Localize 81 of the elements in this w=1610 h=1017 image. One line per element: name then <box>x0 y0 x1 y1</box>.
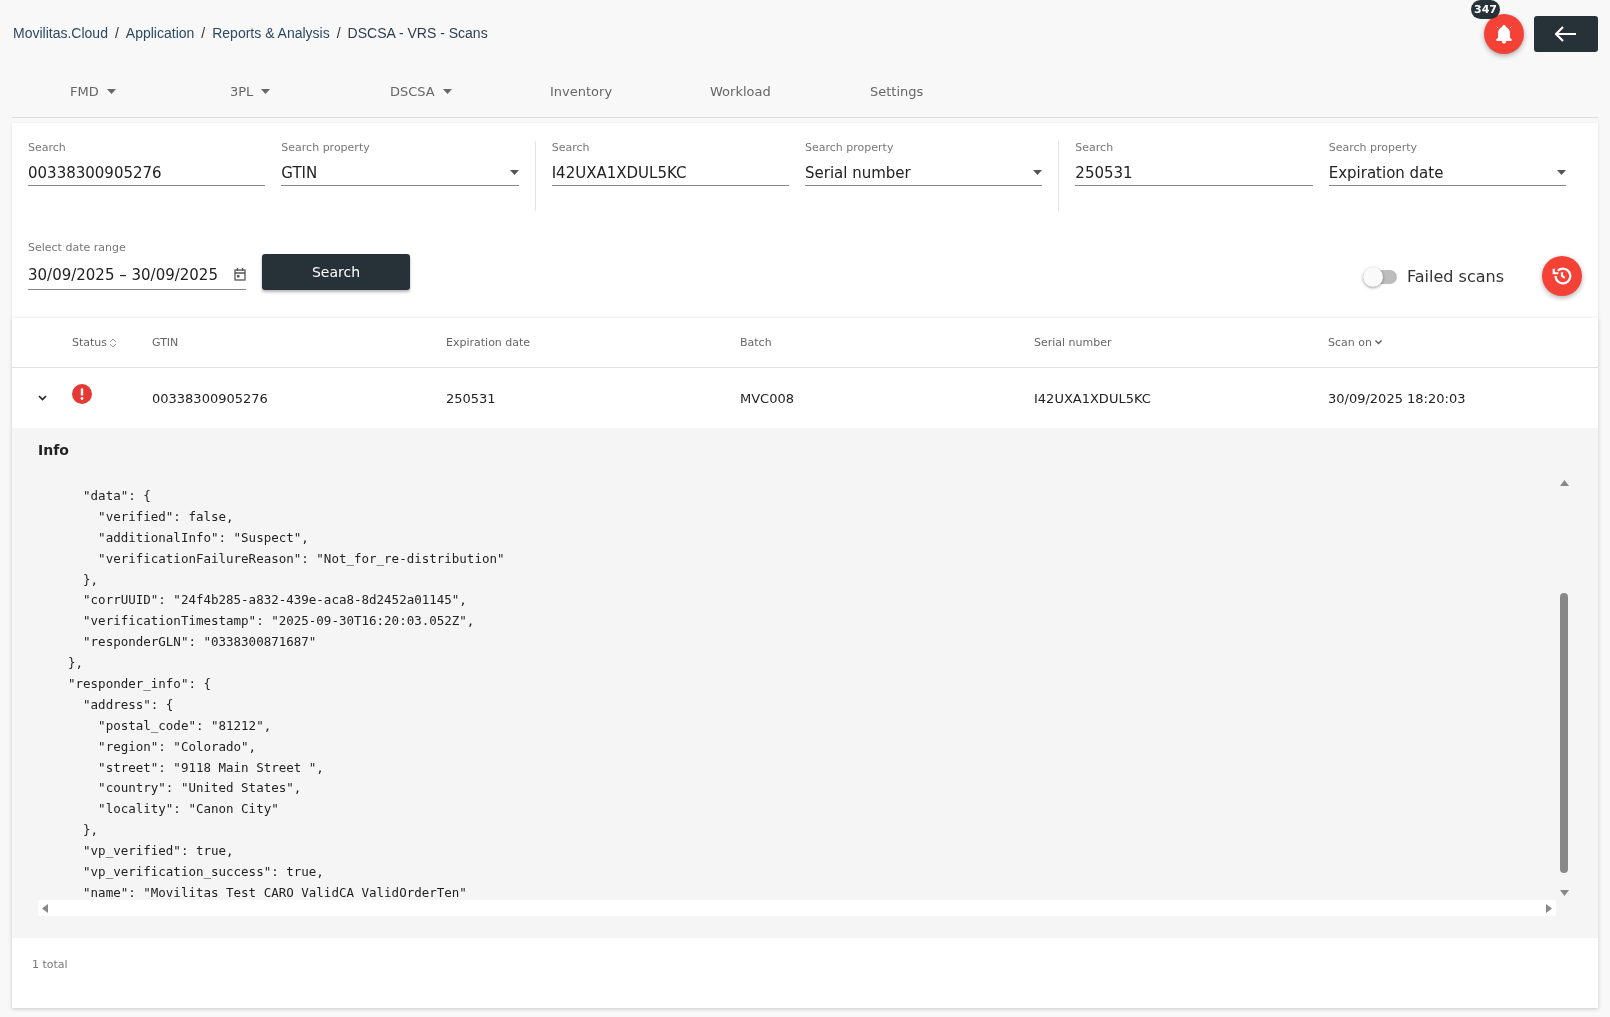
info-title: Info <box>38 442 70 458</box>
table-cell-text: 00338300905276 <box>152 390 269 406</box>
code-line: "corrUUID": "24f4b285-a832-439e-aca8-8d2452a01145", <box>82 592 468 610</box>
code-line: "additionalInfo": "Suspect", <box>97 529 310 547</box>
table-cell-text: 250531 <box>446 390 497 406</box>
property-select[interactable]: Serial number <box>805 160 1043 186</box>
caret-icon <box>509 170 519 175</box>
breadcrumb-separator: / <box>336 25 341 41</box>
nav-tab[interactable]: Inventory <box>550 84 613 99</box>
scroll-right-icon[interactable] <box>1546 903 1552 913</box>
code-line: "region": "Colorado", <box>97 738 258 756</box>
table-cell-text: I42UXA1XDUL5KC <box>1034 390 1152 406</box>
column-header[interactable]: Status <box>72 336 152 349</box>
breadcrumb-separator: / <box>114 25 119 41</box>
switch-label: Failed scans <box>1407 267 1504 286</box>
code-line: }, <box>82 822 100 840</box>
field-label: Select date range <box>28 241 127 254</box>
breadcrumb-link[interactable]: Movilitas.Cloud <box>13 25 108 41</box>
code-line: "data": { <box>82 488 152 505</box>
arrow-left-icon <box>1555 26 1577 42</box>
field-label: Search property <box>281 141 371 154</box>
code-line: }, <box>82 571 100 589</box>
back-button[interactable] <box>1534 16 1598 52</box>
field-label: Search property <box>1328 141 1419 154</box>
column-header[interactable]: Scan on <box>1328 336 1598 349</box>
nav-tab[interactable]: FMD <box>70 84 116 99</box>
code-line: "locality": "Canon City" <box>97 801 280 819</box>
code-line: "verificationFailureReason": "Not_for_re-distribution" <box>97 550 506 568</box>
nav-tab[interactable]: Workload <box>710 84 771 99</box>
history-button[interactable] <box>1542 256 1582 296</box>
search-button[interactable]: Search <box>262 254 410 290</box>
date-range-field[interactable]: 30/09/2025 – 30/09/2025 <box>28 260 246 290</box>
search-field[interactable]: I42UXA1XDUL5KC <box>551 160 789 186</box>
scroll-left-icon[interactable] <box>42 903 48 913</box>
field-label: Search <box>1075 141 1115 154</box>
column-header[interactable]: Serial number <box>1034 336 1328 349</box>
code-line: "country": "United States", <box>97 780 303 798</box>
breadcrumb-link[interactable]: Reports & Analysis <box>212 25 330 41</box>
search-field[interactable]: 250531 <box>1075 160 1313 186</box>
chevron-icon <box>37 395 47 401</box>
code-line: }, <box>68 655 85 673</box>
caret-icon <box>1033 170 1043 175</box>
caret-icon <box>1557 170 1567 175</box>
code-line: "verificationTimestamp": "2025-09-30T16:20:03.052Z", <box>82 613 476 631</box>
nav-tab[interactable]: DSCSA <box>390 84 452 99</box>
breadcrumb-separator: / <box>201 25 206 41</box>
code-line: "responder_info": { <box>68 676 212 693</box>
nav-tab[interactable]: 3PL <box>230 84 271 99</box>
table-cell-text: 30/09/2025 18:20:03 <box>1328 390 1467 406</box>
field-label: Search <box>551 141 591 154</box>
history-icon <box>1551 265 1573 287</box>
nav-tab[interactable]: Settings <box>870 84 924 99</box>
bell-icon <box>1493 23 1515 45</box>
field-label: Search property <box>805 141 895 154</box>
table-cell-text: MVC008 <box>740 390 795 406</box>
code-line: "name": "Movilitas Test CARO ValidCA ValidOrderTen" <box>82 884 468 902</box>
code-line: "verified": false, <box>97 508 235 526</box>
calendar-icon <box>234 268 246 281</box>
code-line: "street": "9118 Main Street ", <box>97 759 325 777</box>
field-label: Search <box>28 141 67 154</box>
scroll-down-icon[interactable] <box>1559 890 1569 896</box>
code-line: "address": { <box>82 696 175 714</box>
code-line: "responderGLN": "0338300871687" <box>82 634 318 652</box>
code-line: "postal_code": "81212", <box>97 717 273 735</box>
failed-scans-switch[interactable] <box>1363 269 1398 284</box>
scrollbar-thumb[interactable] <box>1560 593 1568 873</box>
code-line: "vp_verification_success": true, <box>82 864 325 882</box>
total-count: 1 total <box>32 958 68 971</box>
notification-count: 347 <box>1471 0 1500 19</box>
column-header[interactable]: Expiration date <box>446 336 740 349</box>
column-header[interactable]: Batch <box>740 336 1034 349</box>
horizontal-scrollbar[interactable] <box>38 900 1556 916</box>
notifications-button[interactable] <box>1484 14 1524 54</box>
breadcrumb-link[interactable]: DSCSA - VRS - Scans <box>347 25 488 41</box>
scroll-up-icon[interactable] <box>1559 480 1569 486</box>
property-select[interactable]: Expiration date <box>1328 160 1567 186</box>
column-header[interactable]: GTIN <box>152 336 446 349</box>
code-line: "vp_verified": true, <box>82 843 235 861</box>
search-field[interactable]: 00338300905276 <box>28 160 266 186</box>
breadcrumb-link[interactable]: Application <box>125 25 195 41</box>
property-select[interactable]: GTIN <box>281 160 519 186</box>
